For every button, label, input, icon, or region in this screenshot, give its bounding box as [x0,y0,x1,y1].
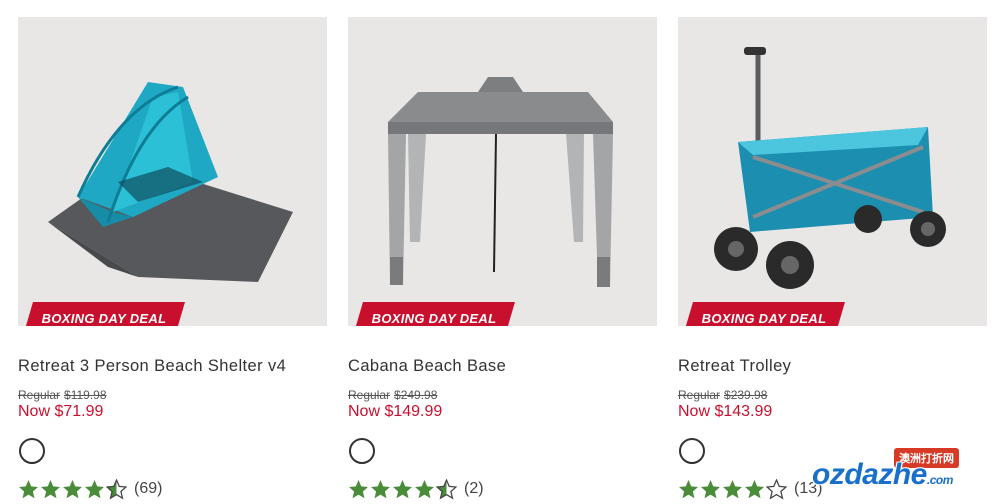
star-rating-icons [678,478,788,500]
review-count: (69) [134,480,163,497]
star-icon [349,479,368,498]
rating[interactable]: (13) [678,478,822,500]
star-icon [679,479,698,498]
star-icon [393,479,412,498]
product-title[interactable]: Retreat 3 Person Beach Shelter v4 [18,357,286,376]
color-swatch[interactable] [19,438,45,464]
product-image[interactable]: BOXING DAY DEAL [348,17,657,326]
sale-price: Now $143.99 [678,403,773,420]
product-image[interactable]: BOXING DAY DEAL [678,17,987,326]
regular-price: Regular $239.98 [678,388,768,402]
product-card[interactable]: BOXING DAY DEAL Retreat 3 Person Beach S… [18,17,327,500]
rating[interactable]: (69) [18,478,162,500]
star-icon [745,479,764,498]
star-icon [19,479,38,498]
regular-price: Regular $119.98 [18,388,107,402]
sale-price: Now $149.99 [348,403,443,420]
product-card[interactable]: BOXING DAY DEAL Retreat Trolley Regular $… [678,17,987,500]
star-icon [371,479,390,498]
beach-shelter-image [48,82,293,282]
cabana-image [388,77,613,287]
star-rating-icons [18,478,128,500]
watermark-logo: 澳洲打折网 ozdazhe.com [812,448,992,500]
watermark-text: ozdazhe.com [812,458,953,491]
color-swatch[interactable] [349,438,375,464]
star-icon [106,478,127,500]
star-icon [766,478,787,500]
star-icon [85,479,104,498]
color-swatch[interactable] [679,438,705,464]
product-title[interactable]: Cabana Beach Base [348,357,506,376]
regular-price: Regular $249.98 [348,388,438,402]
star-icon [701,479,720,498]
sale-price: Now $71.99 [18,403,104,420]
star-icon [436,478,457,500]
deal-badge: BOXING DAY DEAL [353,302,515,326]
product-card[interactable]: BOXING DAY DEAL Cabana Beach Base Regula… [348,17,657,500]
review-count: (2) [464,480,484,497]
trolley-image [714,47,946,289]
star-icon [63,479,82,498]
star-icon [723,479,742,498]
star-icon [41,479,60,498]
star-icon [415,479,434,498]
rating[interactable]: (2) [348,478,484,500]
product-title[interactable]: Retreat Trolley [678,357,791,376]
deal-badge: BOXING DAY DEAL [683,302,845,326]
deal-badge: BOXING DAY DEAL [23,302,185,326]
product-image[interactable]: BOXING DAY DEAL [18,17,327,326]
star-rating-icons [348,478,458,500]
